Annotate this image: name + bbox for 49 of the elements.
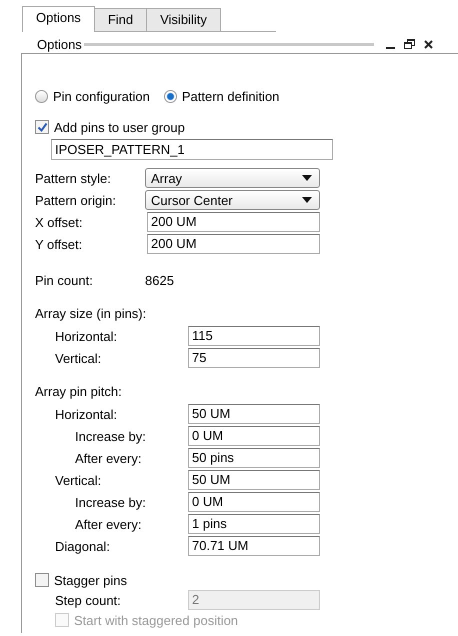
field-label: Step count: [54,592,122,608]
input-field[interactable]: 0 UM [188,492,320,512]
restore-icon[interactable] [404,39,415,49]
field-label: Increase by: [74,494,147,510]
field-label: After every: [74,450,142,466]
input-field[interactable]: 1 pins [188,514,320,534]
input-field[interactable]: 50 UM [188,470,320,490]
section-label: Array size (in pins): [35,305,148,323]
field-label: Pattern style: [35,170,112,186]
input-field[interactable]: 50 pins [188,448,320,468]
checkbox-label: Add pins to user group [54,120,185,134]
field-label: Pin count: [35,272,94,288]
panel-title: Options [37,36,83,52]
input-field[interactable]: 75 [188,348,320,368]
field-label: X offset: [35,214,84,230]
input-field[interactable]: 0 UM [188,426,320,446]
input-field[interactable]: 70.71 UM [188,536,320,556]
input-field[interactable]: 115 [188,326,320,346]
radio-button[interactable] [164,90,177,102]
input-field[interactable]: 200 UM [147,212,320,232]
checkbox-label: Stagger pins [54,572,127,588]
tab[interactable]: Options [22,6,95,32]
caret-icon[interactable] [302,175,312,181]
input-field[interactable]: 50 UM [188,404,320,424]
checkbox[interactable] [35,573,49,587]
input-field[interactable]: 200 UM [147,234,320,254]
close-icon[interactable] [424,40,433,48]
checkbox-label: Start with staggered position [74,612,238,628]
tab[interactable]: Find [94,8,148,31]
checkbox[interactable] [35,120,49,134]
input-field[interactable]: IPOSER_PATTERN_1 [51,139,333,160]
section-label: Array pin pitch: [35,383,123,401]
field-label: Increase by: [74,428,147,444]
field-label: Vertical: [54,350,102,366]
field-label: Vertical: [54,472,102,488]
field-label: Pattern origin: [35,192,117,208]
radio-label: Pin configuration [53,88,150,104]
pin-count-value: 8625 [145,272,174,288]
caret-icon[interactable] [302,197,312,203]
field-label: Y offset: [35,236,84,252]
radio-button[interactable] [35,90,48,102]
radio-label: Pattern definition [182,88,280,104]
field-label: Horizontal: [54,328,118,344]
field-label: Diagonal: [54,538,111,554]
dropdown[interactable]: Cursor Center [145,190,320,210]
field-label: After every: [74,516,142,532]
dropdown[interactable]: Array [145,168,320,188]
tab[interactable]: Visibility [146,8,221,31]
field-label: Horizontal: [54,406,118,422]
